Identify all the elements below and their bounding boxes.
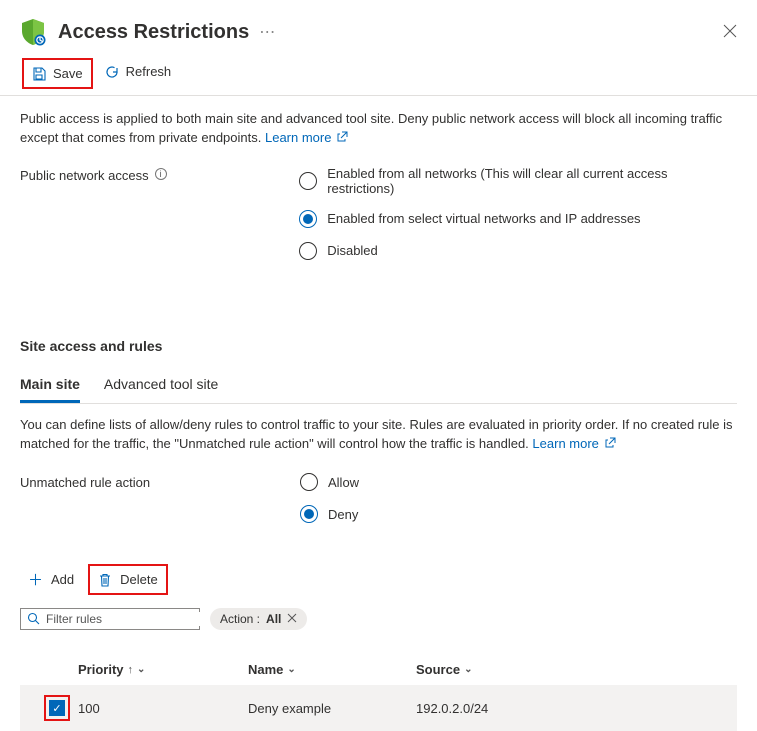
- rules-table: Priority ↑ ⌄ Name ⌄ Source ⌄ ✓ 100: [20, 654, 737, 731]
- rules-description: You can define lists of allow/deny rules…: [20, 416, 737, 454]
- refresh-label: Refresh: [126, 64, 172, 79]
- pill-clear-icon[interactable]: [287, 612, 297, 626]
- plus-icon: ＋: [28, 569, 43, 590]
- learn-more-link-2[interactable]: Learn more: [532, 436, 615, 451]
- save-label: Save: [53, 66, 83, 81]
- external-link-icon: [605, 435, 616, 446]
- tab-advanced-tool-site[interactable]: Advanced tool site: [104, 370, 218, 403]
- cell-name: Deny example: [248, 701, 416, 716]
- filter-input[interactable]: [46, 612, 201, 626]
- save-icon: [32, 67, 46, 81]
- sort-asc-icon: ↑: [128, 664, 134, 676]
- chevron-down-icon: ⌄: [137, 664, 145, 675]
- header-priority[interactable]: Priority ↑ ⌄: [78, 662, 248, 677]
- save-button[interactable]: Save: [24, 60, 91, 87]
- shield-icon: [20, 18, 46, 46]
- header-source[interactable]: Source ⌄: [416, 662, 737, 677]
- section-title: Site access and rules: [20, 338, 737, 354]
- public-access-label: Public network access i: [20, 166, 299, 260]
- refresh-icon: [105, 65, 119, 79]
- row-checkbox[interactable]: ✓: [49, 700, 65, 716]
- header-name[interactable]: Name ⌄: [248, 662, 416, 677]
- cell-priority: 100: [78, 701, 248, 716]
- more-menu[interactable]: ⋯: [259, 22, 276, 42]
- radio-disabled[interactable]: Disabled: [299, 242, 737, 260]
- filter-pill-action[interactable]: Action : All: [210, 608, 307, 630]
- external-link-icon: [337, 129, 348, 140]
- chevron-down-icon: ⌄: [464, 664, 472, 675]
- tab-main-site[interactable]: Main site: [20, 370, 80, 403]
- radio-allow[interactable]: Allow: [300, 473, 359, 491]
- trash-icon: [98, 573, 112, 587]
- check-icon: ✓: [52, 702, 61, 715]
- info-icon[interactable]: i: [155, 168, 167, 180]
- radio-enabled-all[interactable]: Enabled from all networks (This will cle…: [299, 166, 737, 196]
- delete-button[interactable]: Delete: [90, 566, 166, 593]
- chevron-down-icon: ⌄: [287, 664, 295, 675]
- learn-more-link[interactable]: Learn more: [265, 130, 348, 145]
- cell-source: 192.0.2.0/24: [416, 701, 737, 716]
- add-button[interactable]: ＋ Add: [20, 563, 82, 596]
- search-icon: [27, 612, 40, 626]
- table-row[interactable]: ✓ 100 Deny example 192.0.2.0/24: [20, 685, 737, 731]
- refresh-button[interactable]: Refresh: [97, 58, 180, 85]
- page-title: Access Restrictions: [58, 21, 249, 44]
- radio-deny[interactable]: Deny: [300, 505, 359, 523]
- filter-input-wrap[interactable]: [20, 608, 200, 630]
- close-icon[interactable]: [723, 24, 737, 41]
- radio-enabled-select[interactable]: Enabled from select virtual networks and…: [299, 210, 737, 228]
- unmatched-label: Unmatched rule action: [20, 473, 300, 523]
- description-text: Public access is applied to both main si…: [20, 110, 737, 148]
